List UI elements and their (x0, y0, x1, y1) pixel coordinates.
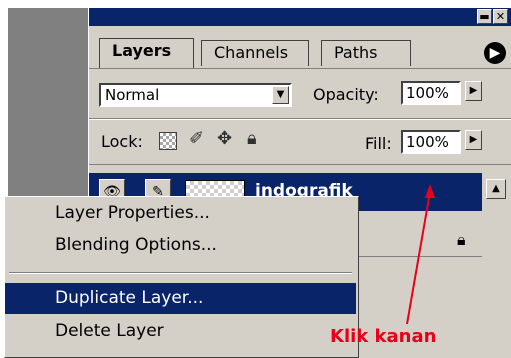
tab-layers[interactable]: Layers (99, 38, 194, 68)
annotation-label: Klik kanan (330, 326, 437, 347)
tab-layers-label: Layers (112, 41, 172, 60)
annotation-arrow (406, 184, 435, 325)
screenshot-stage: ▬ ✕ Layers Channels Paths ▶ Normal ▼ Opa… (0, 0, 511, 358)
